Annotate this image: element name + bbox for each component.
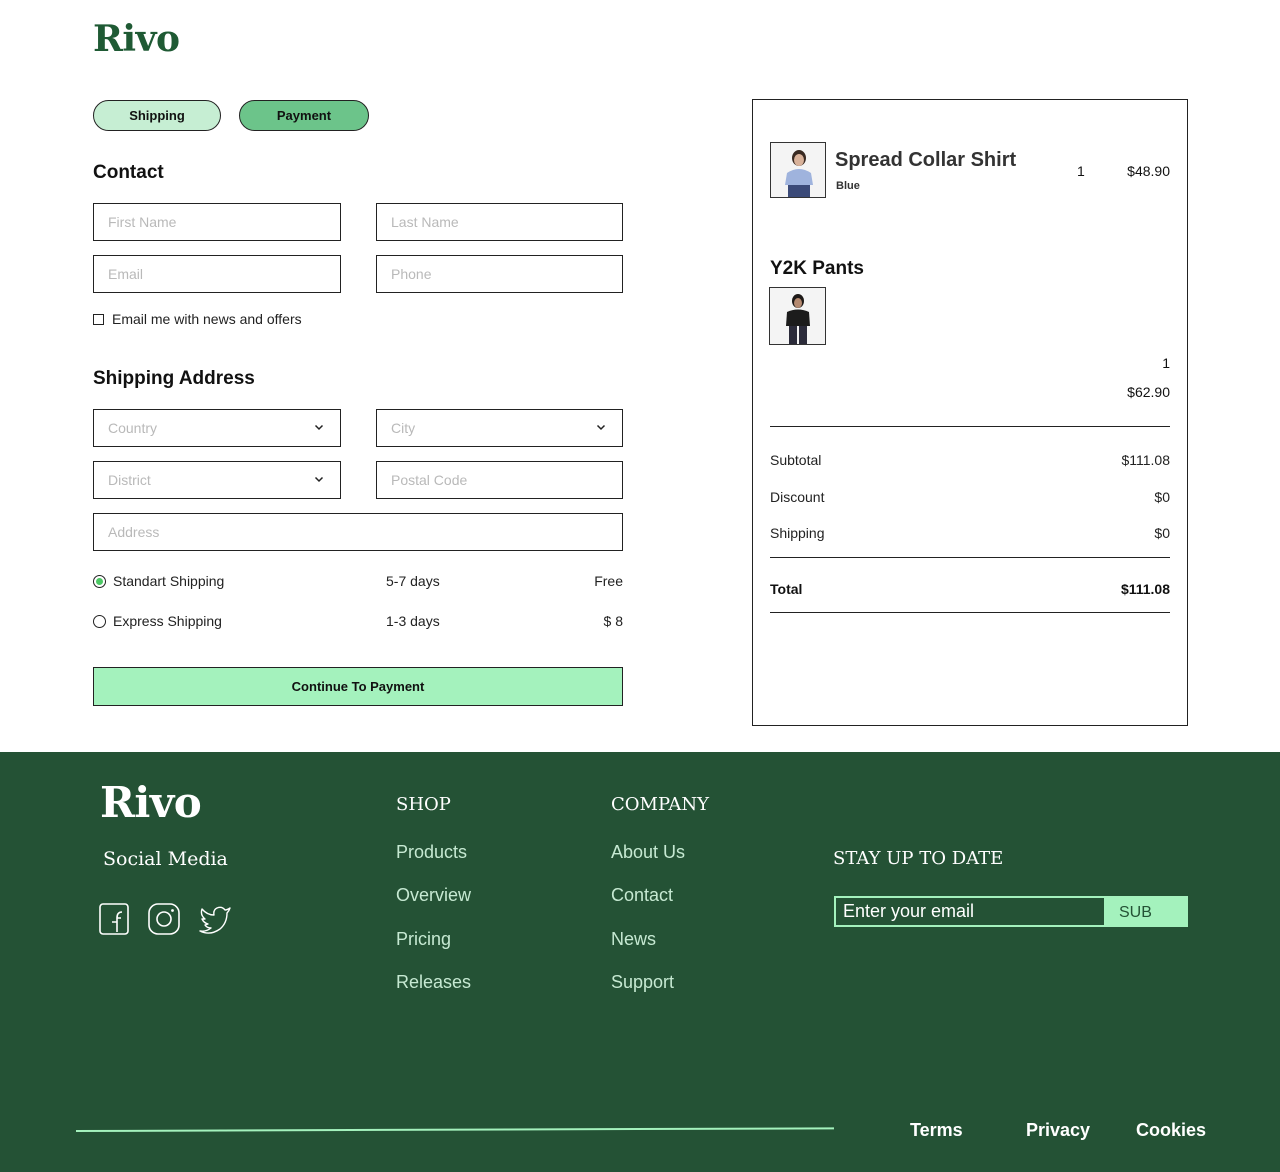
- postal-code-input[interactable]: [391, 462, 622, 498]
- step-shipping-button[interactable]: Shipping: [93, 100, 221, 131]
- discount-label: Discount: [770, 489, 825, 505]
- subtotal-label: Subtotal: [770, 452, 822, 468]
- cart-item-price: $62.90: [1127, 384, 1170, 400]
- newsletter-placeholder: Enter your email: [843, 901, 975, 921]
- postal-code-field[interactable]: [376, 461, 623, 499]
- city-select-value: City: [391, 420, 416, 436]
- district-select-value: District: [108, 472, 151, 488]
- product-photo: [770, 288, 825, 344]
- first-name-field[interactable]: [93, 203, 341, 241]
- continue-to-payment-button[interactable]: Continue To Payment: [93, 667, 623, 706]
- shipping-cost-value: $0: [1154, 525, 1170, 541]
- chevron-down-icon: [314, 476, 324, 483]
- divider: [770, 426, 1170, 427]
- shipping-option-days: 5-7 days: [386, 573, 440, 589]
- instagram-icon[interactable]: [147, 902, 181, 936]
- divider: [770, 612, 1170, 613]
- footer-logo[interactable]: Rivo: [100, 778, 202, 827]
- shipping-option-name: Standart Shipping: [113, 573, 225, 589]
- step-payment-button[interactable]: Payment: [239, 100, 369, 131]
- city-select[interactable]: City: [376, 409, 623, 447]
- footer-link-terms[interactable]: Terms: [910, 1120, 963, 1141]
- shipping-cost-label: Shipping: [770, 525, 825, 541]
- total-value: $111.08: [1120, 581, 1170, 597]
- email-input[interactable]: [108, 256, 340, 292]
- express-shipping-radio[interactable]: [93, 615, 106, 628]
- last-name-input[interactable]: [391, 204, 622, 240]
- address-input[interactable]: [108, 514, 622, 550]
- phone-field[interactable]: [376, 255, 623, 293]
- shipping-option-days: 1-3 days: [386, 613, 440, 629]
- product-image-shirt: [770, 142, 826, 198]
- phone-input[interactable]: [391, 256, 622, 292]
- shipping-address-title: Shipping Address: [93, 368, 255, 389]
- social-media-title: Social Media: [103, 848, 228, 870]
- chevron-down-icon: [596, 424, 606, 431]
- cart-item-name: Y2K Pants: [770, 258, 864, 279]
- shipping-option-express[interactable]: Express Shipping 1-3 days $ 8: [93, 612, 623, 632]
- contact-title: Contact: [93, 162, 164, 183]
- first-name-input[interactable]: [108, 204, 340, 240]
- shipping-option-price: $ 8: [603, 613, 623, 629]
- footer-link-overview[interactable]: Overview: [396, 885, 471, 906]
- footer-link-pricing[interactable]: Pricing: [396, 929, 451, 950]
- newsletter-checkbox-row[interactable]: Email me with news and offers: [93, 311, 302, 327]
- footer-link-privacy[interactable]: Privacy: [1026, 1120, 1090, 1141]
- district-select[interactable]: District: [93, 461, 341, 499]
- divider: [770, 557, 1170, 558]
- discount-value: $0: [1154, 489, 1170, 505]
- product-photo: [771, 143, 825, 197]
- chevron-down-icon: [314, 424, 324, 431]
- total-label: Total: [770, 581, 803, 597]
- newsletter-label: Email me with news and offers: [112, 311, 302, 327]
- footer-link-support[interactable]: Support: [611, 972, 674, 993]
- address-field[interactable]: [93, 513, 623, 551]
- shop-column-title: SHOP: [396, 794, 451, 815]
- country-select[interactable]: Country: [93, 409, 341, 447]
- company-column-title: COMPANY: [611, 794, 710, 815]
- shipping-option-name: Express Shipping: [113, 613, 222, 629]
- newsletter-title: STAY UP TO DATE: [833, 848, 1004, 869]
- newsletter-checkbox[interactable]: [93, 313, 104, 325]
- country-select-value: Country: [108, 420, 158, 436]
- footer-link-products[interactable]: Products: [396, 842, 467, 863]
- shipping-option-price: Free: [594, 573, 623, 589]
- footer-link-contact[interactable]: Contact: [611, 885, 673, 906]
- last-name-field[interactable]: [376, 203, 623, 241]
- site-footer: Rivo Social Media SHOP Products Overview…: [0, 752, 1280, 1172]
- footer-divider: [75, 1127, 834, 1132]
- footer-link-cookies[interactable]: Cookies: [1136, 1120, 1206, 1141]
- standard-shipping-radio[interactable]: [93, 575, 106, 588]
- cart-item-name: Spread Collar Shirt: [835, 149, 1017, 171]
- shipping-option-standard[interactable]: Standart Shipping 5-7 days Free: [93, 572, 623, 592]
- cart-item-price: $48.90: [1127, 163, 1170, 179]
- cart-item-quantity: 1: [1077, 163, 1085, 179]
- brand-logo[interactable]: Rivo: [93, 18, 180, 60]
- cart-item-variant: Blue: [836, 180, 860, 192]
- footer-link-releases[interactable]: Releases: [396, 972, 471, 993]
- product-image-pants: [769, 287, 826, 345]
- twitter-icon[interactable]: [198, 902, 232, 936]
- footer-link-about-us[interactable]: About Us: [611, 842, 685, 863]
- facebook-icon[interactable]: [98, 902, 132, 936]
- footer-link-news[interactable]: News: [611, 929, 656, 950]
- cart-item-quantity: 1: [1162, 355, 1170, 371]
- newsletter-subscribe-button[interactable]: SUB: [1104, 896, 1188, 927]
- email-field[interactable]: [93, 255, 341, 293]
- subtotal-value: $111.08: [1121, 452, 1170, 468]
